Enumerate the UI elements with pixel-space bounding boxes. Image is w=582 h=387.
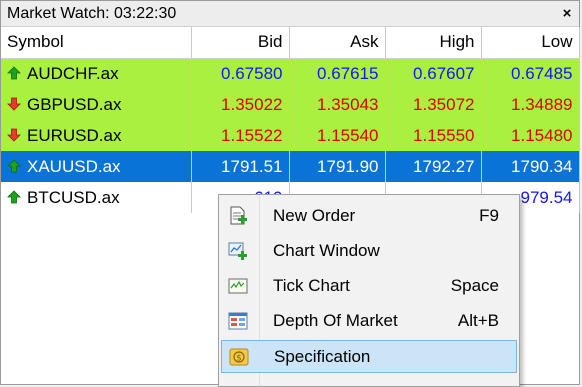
symbol-label: AUDCHF.ax [27,63,119,83]
symbol-label: EURUSD.ax [27,125,122,145]
svg-text:$: $ [236,353,242,363]
symbol-cell: GBPUSD.ax [1,89,192,120]
symbol-label: XAUUSD.ax [27,156,121,176]
arrow-up-icon [7,158,21,172]
tick-chart-icon [228,278,248,293]
column-header-bid[interactable]: Bid [191,27,290,59]
table-row[interactable]: GBPUSD.ax 1.35022 1.35043 1.35072 1.3488… [1,89,580,120]
low-cell: 1.34889 [481,89,580,120]
low-cell: 1.15480 [481,120,580,151]
menu-item-label: Specification [274,346,371,366]
menu-item-new-order[interactable]: New Order F9 [221,199,517,232]
title-bar: Market Watch: 03:22:30 × [1,1,579,27]
new-order-icon [230,206,247,224]
arrow-down-icon [7,97,21,111]
symbol-cell: EURUSD.ax [1,120,192,151]
table-row-selected[interactable]: XAUUSD.ax 1791.51 1791.90 1792.27 1790.3… [1,151,580,182]
depth-of-market-icon [228,312,248,329]
high-cell: 1792.27 [385,151,482,182]
table-row[interactable]: EURUSD.ax 1.15522 1.15540 1.15550 1.1548… [1,120,580,151]
column-header-high[interactable]: High [385,27,482,59]
column-header-low[interactable]: Low [481,27,580,59]
header-row: Symbol Bid Ask High Low [1,27,580,59]
symbol-label: GBPUSD.ax [27,94,122,114]
low-cell: 0.67485 [481,58,580,89]
column-header-symbol[interactable]: Symbol [1,27,192,59]
bid-cell: 1791.51 [191,151,290,182]
menu-item-shortcut: Alt+B [457,310,499,330]
menu-item-specification[interactable]: $ Specification [221,340,517,373]
low-cell: 1790.34 [481,151,580,182]
column-header-ask[interactable]: Ask [289,27,386,59]
close-icon[interactable]: × [555,5,579,22]
ask-cell: 1791.90 [289,151,386,182]
menu-item-chart-window[interactable]: Chart Window [221,234,517,267]
specification-icon: $ [229,348,249,365]
symbol-label: BTCUSD.ax [27,187,120,207]
bid-cell: 0.67580 [191,58,290,89]
menu-item-label: New Order [273,205,356,225]
context-menu: New Order F9 Chart Window Tick Chart Spa… [218,194,520,387]
high-cell: 0.67607 [385,58,482,89]
ask-cell: 1.15540 [289,120,386,151]
symbol-cell: AUDCHF.ax [1,58,192,89]
chart-window-icon [228,242,247,260]
menu-item-label: Tick Chart [273,275,350,295]
menu-item-label: Depth Of Market [273,310,398,330]
menu-item-depth-of-market[interactable]: Depth Of Market Alt+B [221,304,517,337]
menu-item-tick-chart[interactable]: Tick Chart Space [221,269,517,302]
symbol-cell: BTCUSD.ax [1,182,192,213]
ask-cell: 1.35043 [289,89,386,120]
symbol-cell: XAUUSD.ax [1,151,192,182]
menu-item-label: Chart Window [273,240,380,260]
arrow-up-icon [7,66,21,80]
bid-cell: 1.35022 [191,89,290,120]
menu-item-shortcut: F9 [479,205,499,225]
arrow-down-icon [7,128,21,142]
ask-cell: 0.67615 [289,58,386,89]
bid-cell: 1.15522 [191,120,290,151]
high-cell: 1.15550 [385,120,482,151]
menu-item-shortcut: Space [450,275,499,295]
table-row[interactable]: AUDCHF.ax 0.67580 0.67615 0.67607 0.6748… [1,58,580,89]
quotes-table: Symbol Bid Ask High Low AUDCHF.ax 0.6758… [1,27,580,213]
high-cell: 1.35072 [385,89,482,120]
arrow-up-icon [7,189,21,203]
window-title: Market Watch: 03:22:30 [7,4,177,22]
